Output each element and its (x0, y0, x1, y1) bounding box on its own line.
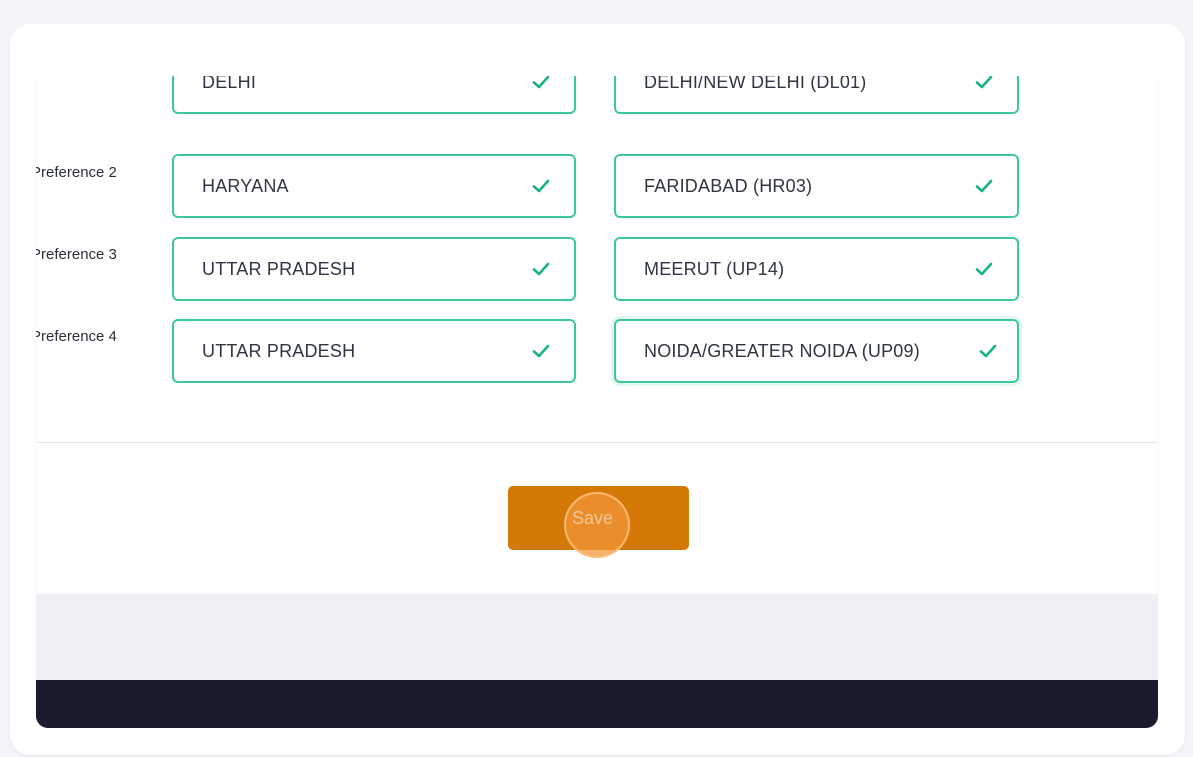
state-select-value: DELHI (202, 76, 257, 92)
district-select-value: MEERUT (UP14) (644, 258, 785, 279)
district-select-pref-4[interactable]: NOIDA/GREATER NOIDA (UP09) (614, 319, 1019, 383)
footer-bar (36, 680, 1158, 728)
state-select-pref-1[interactable]: DELHI (172, 76, 576, 114)
content-card: DELHI DELHI/NEW DELHI (DL01) Preference … (10, 24, 1185, 755)
state-select-pref-4[interactable]: UTTAR PRADESH (172, 319, 576, 383)
check-icon (977, 340, 999, 362)
preference-label: Preference 4 (36, 328, 117, 345)
district-select-value: DELHI/NEW DELHI (DL01) (644, 76, 867, 92)
check-icon (530, 340, 552, 362)
district-select-pref-1[interactable]: DELHI/NEW DELHI (DL01) (614, 76, 1019, 114)
check-icon (530, 258, 552, 280)
district-select-pref-2[interactable]: FARIDABAD (HR03) (614, 154, 1019, 218)
state-select-value: UTTAR PRADESH (202, 340, 356, 361)
preferences-panel: DELHI DELHI/NEW DELHI (DL01) Preference … (36, 76, 1158, 594)
state-select-pref-3[interactable]: UTTAR PRADESH (172, 237, 576, 301)
check-icon (530, 76, 552, 93)
page-background-band (36, 594, 1158, 680)
save-button-label: Save (571, 507, 614, 528)
state-select-value: HARYANA (202, 175, 289, 196)
district-select-value: FARIDABAD (HR03) (644, 175, 813, 196)
district-select-pref-3[interactable]: MEERUT (UP14) (614, 237, 1019, 301)
check-icon (530, 175, 552, 197)
state-select-value: UTTAR PRADESH (202, 258, 356, 279)
save-button[interactable]: Save (508, 486, 689, 558)
check-icon (973, 76, 995, 93)
section-divider (36, 442, 1158, 443)
district-select-value: NOIDA/GREATER NOIDA (UP09) (644, 340, 920, 361)
preference-label: Preference 3 (36, 246, 117, 263)
check-icon (973, 258, 995, 280)
preference-label: Preference 2 (36, 164, 117, 181)
state-select-pref-2[interactable]: HARYANA (172, 154, 576, 218)
check-icon (973, 175, 995, 197)
